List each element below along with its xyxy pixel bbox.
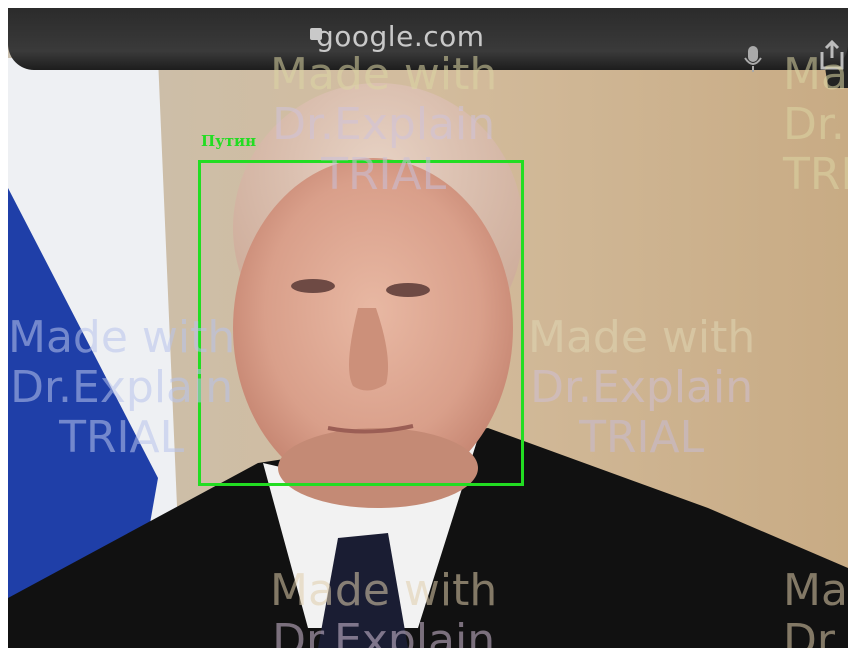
- face-detection-box: [198, 160, 524, 486]
- watermark-line: Made with: [783, 49, 848, 100]
- watermark: Made with Dr.Explain TRIAL: [783, 50, 848, 200]
- screen-photo-frame: google.com Путин Made with Dr.Explain TR…: [0, 0, 850, 650]
- watermark-line: Made with: [8, 312, 236, 363]
- watermark-line: TRIAL: [321, 149, 447, 200]
- watermark: Made with Dr.Explain: [783, 565, 848, 649]
- watermark-line: Dr.Explain: [272, 615, 496, 649]
- watermark: Made with Dr.Explain TRIAL: [8, 313, 235, 463]
- watermark-line: Made with: [528, 312, 756, 363]
- watermark-line: TRIAL: [783, 149, 848, 200]
- watermark-line: Made with: [270, 565, 498, 616]
- mic-icon[interactable]: [743, 44, 763, 74]
- watermark-line: Dr.Explain: [10, 362, 234, 413]
- watermark-line: Dr.Explain: [783, 99, 848, 150]
- watermark: Made with Dr.Explain: [270, 565, 498, 649]
- watermark-line: Made with: [783, 565, 848, 616]
- watermark: Made with Dr.Explain TRIAL: [270, 50, 497, 200]
- watermark-line: TRIAL: [59, 412, 185, 463]
- watermark-line: Dr.Explain: [530, 362, 754, 413]
- watermark-line: Dr.Explain: [272, 99, 496, 150]
- watermark-line: Dr.Explain: [783, 615, 848, 649]
- watermark-line: Made with: [270, 49, 498, 100]
- watermark: Made with Dr.Explain TRIAL: [528, 313, 755, 463]
- watermark-line: TRIAL: [579, 412, 705, 463]
- camera-photo: google.com Путин Made with Dr.Explain TR…: [8, 8, 848, 648]
- face-detection-label: Путин: [201, 132, 257, 150]
